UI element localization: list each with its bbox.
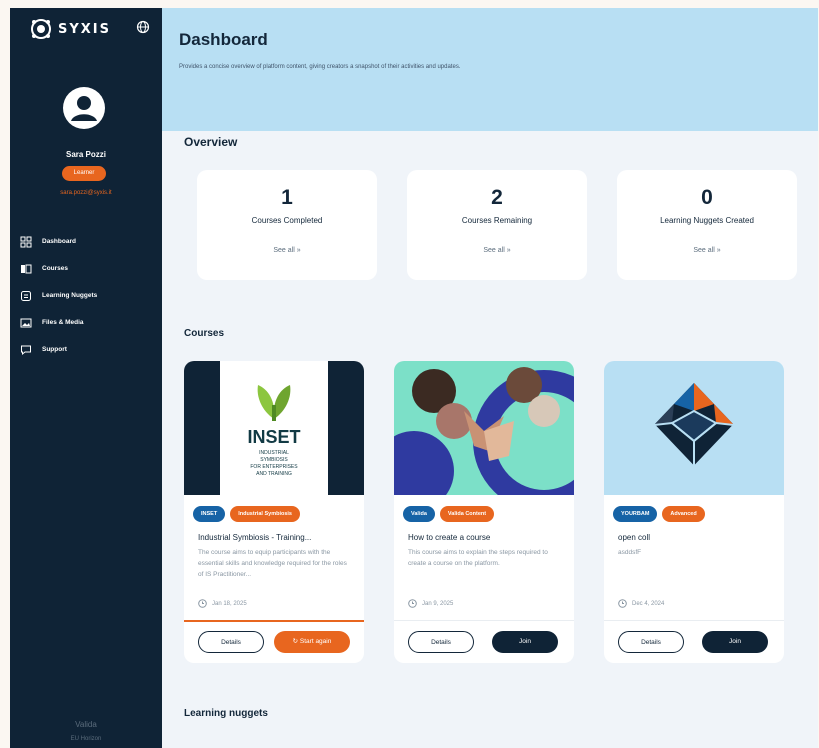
stat-value: 0 bbox=[701, 186, 713, 209]
course-date: Dec 4, 2024 bbox=[618, 599, 664, 608]
course-tag: Industrial Symbiosis bbox=[230, 506, 300, 522]
course-image bbox=[604, 361, 784, 495]
role-badge: Learner bbox=[62, 166, 106, 181]
page-title: Dashboard bbox=[179, 30, 268, 49]
course-date-text: Jan 18, 2025 bbox=[212, 600, 247, 607]
grid-icon bbox=[20, 236, 32, 247]
stat-label: Learning Nuggets Created bbox=[660, 216, 754, 225]
course-description: The course aims to equip participants wi… bbox=[198, 549, 347, 578]
course-description: This course aims to explain the steps re… bbox=[408, 549, 548, 567]
course-tags: YOURBAM Advanced bbox=[613, 506, 705, 522]
app-logo[interactable]: SYXIS bbox=[30, 18, 111, 40]
join-button[interactable]: Join bbox=[702, 631, 768, 653]
see-all-link[interactable]: See all » bbox=[407, 247, 587, 254]
logo-mark-icon bbox=[31, 19, 51, 39]
course-tag: Advanced bbox=[662, 506, 705, 522]
avatar[interactable] bbox=[62, 86, 106, 130]
sidebar-item-label: Files & Media bbox=[42, 319, 84, 326]
stat-value: 1 bbox=[281, 186, 293, 209]
globe-icon[interactable] bbox=[136, 20, 150, 34]
sidebar-item-dashboard[interactable]: Dashboard bbox=[20, 228, 160, 255]
join-button[interactable]: Join bbox=[492, 631, 558, 653]
stat-card-remaining: 2 Courses Remaining See all » bbox=[407, 170, 587, 280]
see-all-link[interactable]: See all » bbox=[197, 247, 377, 254]
start-again-button[interactable]: ↻ Start again bbox=[274, 631, 350, 653]
course-tag: YOURBAM bbox=[613, 506, 658, 522]
sidebar-nav: Dashboard Courses Learning Nuggets Files… bbox=[20, 228, 160, 363]
courses-title: Courses bbox=[184, 328, 225, 339]
course-description: asddsfF bbox=[618, 549, 642, 556]
course-title[interactable]: How to create a course bbox=[408, 533, 568, 542]
course-tags: Valida Valida Content bbox=[403, 506, 495, 522]
course-image-subtitle: FOR ENTERPRISES bbox=[250, 464, 298, 470]
course-image-subtitle: SYMBIOSIS bbox=[260, 457, 288, 463]
course-tag: Valida bbox=[403, 506, 435, 522]
course-image: INSET INDUSTRIAL SYMBIOSIS FOR ENTERPRIS… bbox=[184, 361, 364, 495]
course-tag: INSET bbox=[193, 506, 226, 522]
overview-title: Overview bbox=[184, 135, 238, 149]
sidebar-item-label: Dashboard bbox=[42, 238, 76, 245]
details-button[interactable]: Details bbox=[198, 631, 264, 653]
clock-icon bbox=[618, 599, 627, 608]
main-content: Dashboard Provides a concise overview of… bbox=[162, 8, 818, 748]
book-icon bbox=[21, 264, 32, 273]
stat-card-completed: 1 Courses Completed See all » bbox=[197, 170, 377, 280]
logo-text: SYXIS bbox=[58, 21, 111, 37]
sidebar-item-label: Support bbox=[42, 346, 67, 353]
sidebar-item-support[interactable]: Support bbox=[20, 336, 160, 363]
sidebar-footer-note: EU Horizon bbox=[70, 736, 102, 742]
user-email[interactable]: sara.pozzi@syxis.it bbox=[10, 190, 162, 196]
sidebar-item-label: Learning Nuggets bbox=[42, 292, 98, 299]
course-image-brand: INSET bbox=[247, 427, 300, 447]
card-divider bbox=[394, 620, 574, 621]
user-name: Sara Pozzi bbox=[65, 150, 106, 159]
course-image bbox=[394, 361, 574, 495]
course-title[interactable]: open coll bbox=[618, 533, 778, 542]
restart-icon: ↻ bbox=[292, 638, 300, 645]
sidebar-item-courses[interactable]: Courses bbox=[20, 255, 160, 282]
stat-label: Courses Completed bbox=[251, 216, 323, 225]
progress-bar bbox=[184, 620, 364, 622]
course-card[interactable]: YOURBAM Advanced open coll asddsfF Dec 4… bbox=[604, 361, 784, 663]
details-button[interactable]: Details bbox=[618, 631, 684, 653]
nugget-icon bbox=[21, 290, 31, 301]
sidebar: SYXIS Sara Pozzi Learner sara.pozzi@syxi… bbox=[10, 8, 162, 748]
sidebar-item-learning-nuggets[interactable]: Learning Nuggets bbox=[20, 282, 160, 309]
course-tag: Valida Content bbox=[439, 506, 495, 522]
start-again-label: Start again bbox=[299, 638, 332, 645]
course-image-subtitle: AND TRAINING bbox=[256, 471, 292, 477]
stat-card-nuggets: 0 Learning Nuggets Created See all » bbox=[617, 170, 797, 280]
course-image-subtitle: INDUSTRIAL bbox=[259, 450, 289, 456]
course-card[interactable]: Valida Valida Content How to create a co… bbox=[394, 361, 574, 663]
course-date-text: Dec 4, 2024 bbox=[632, 600, 665, 607]
card-divider bbox=[604, 620, 784, 621]
image-icon bbox=[20, 318, 32, 327]
learning-nuggets-title: Learning nuggets bbox=[184, 708, 268, 719]
page-header: Dashboard Provides a concise overview of… bbox=[162, 8, 818, 131]
page-subtitle: Provides a concise overview of platform … bbox=[179, 64, 461, 70]
course-tags: INSET Industrial Symbiosis bbox=[193, 506, 300, 522]
chat-icon bbox=[21, 345, 31, 355]
course-date: Jan 18, 2025 bbox=[198, 599, 247, 608]
stat-value: 2 bbox=[491, 186, 503, 209]
course-title[interactable]: Industrial Symbiosis - Training... bbox=[198, 533, 358, 542]
course-card[interactable]: INSET INDUSTRIAL SYMBIOSIS FOR ENTERPRIS… bbox=[184, 361, 364, 663]
course-date: Jan 9, 2025 bbox=[408, 599, 453, 608]
sidebar-footer-logo: Valida bbox=[75, 720, 97, 729]
stat-label: Courses Remaining bbox=[461, 216, 533, 225]
see-all-link[interactable]: See all » bbox=[617, 247, 797, 254]
clock-icon bbox=[198, 599, 207, 608]
sidebar-item-label: Courses bbox=[42, 265, 69, 272]
details-button[interactable]: Details bbox=[408, 631, 474, 653]
clock-icon bbox=[408, 599, 417, 608]
sidebar-item-files-media[interactable]: Files & Media bbox=[20, 309, 160, 336]
course-date-text: Jan 9, 2025 bbox=[422, 600, 454, 607]
